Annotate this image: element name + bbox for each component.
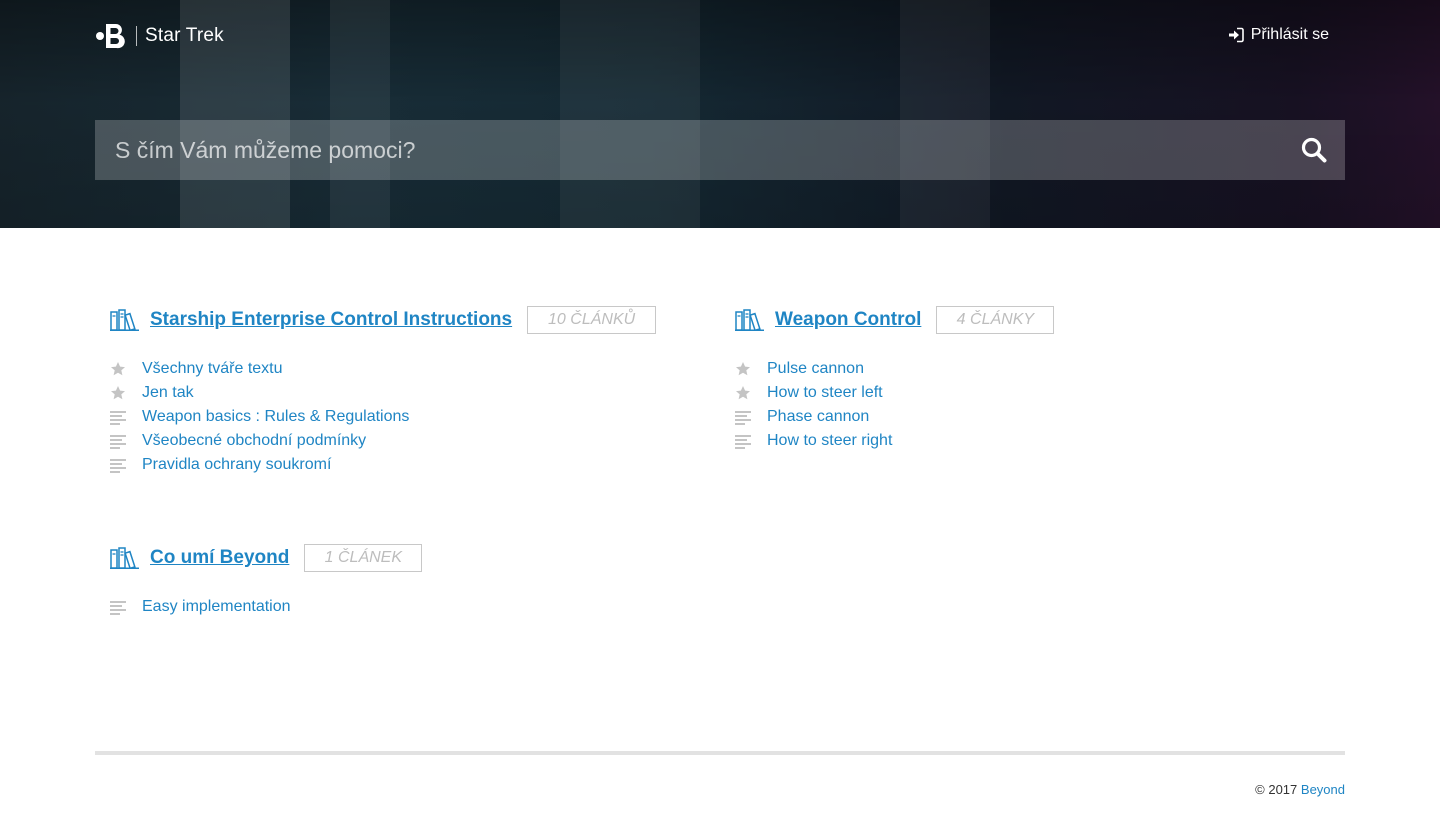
article-link[interactable]: Pulse cannon	[767, 360, 864, 378]
search-icon[interactable]	[1301, 137, 1327, 163]
article-link[interactable]: Phase cannon	[767, 408, 869, 426]
category-co-umi-beyond: Co umí Beyond 1 ČLÁNEK Easy implementati…	[110, 543, 423, 619]
article-item: How to steer right	[735, 429, 1054, 453]
text-lines-icon	[735, 435, 751, 449]
books-icon	[110, 309, 139, 331]
brand-separator	[136, 26, 137, 46]
article-link[interactable]: How to steer right	[767, 432, 892, 450]
article-list: Pulse cannon How to steer left Phase can…	[735, 357, 1054, 453]
category-title-link[interactable]: Co umí Beyond	[150, 547, 289, 569]
brand[interactable]: Star Trek	[95, 22, 224, 50]
brand-name: Star Trek	[145, 25, 224, 46]
article-link[interactable]: Weapon basics : Rules & Regulations	[142, 408, 409, 426]
text-lines-icon	[735, 411, 751, 425]
beyond-logo-icon	[96, 24, 125, 49]
footer-beyond-link[interactable]: Beyond	[1301, 782, 1345, 797]
category-weapon-control: Weapon Control 4 ČLÁNKY Pulse cannon How…	[735, 305, 1055, 453]
sign-in-icon	[1228, 27, 1244, 43]
article-link[interactable]: Všechny tváře textu	[142, 360, 283, 378]
star-icon	[736, 386, 750, 400]
books-icon	[110, 547, 139, 569]
article-count-badge: 1 ČLÁNEK	[304, 544, 423, 572]
category-header: Starship Enterprise Control Instructions…	[110, 305, 657, 335]
category-starship-enterprise: Starship Enterprise Control Instructions…	[110, 305, 657, 477]
article-link[interactable]: Jen tak	[142, 384, 194, 402]
category-title-link[interactable]: Starship Enterprise Control Instructions	[150, 309, 512, 331]
article-list: Všechny tváře textu Jen tak Weapon basic…	[110, 357, 656, 477]
category-title-link[interactable]: Weapon Control	[775, 309, 921, 331]
star-icon	[736, 362, 750, 376]
article-item: How to steer left	[735, 381, 1054, 405]
article-item: Všeobecné obchodní podmínky	[110, 429, 656, 453]
books-icon	[735, 309, 764, 331]
login-link[interactable]: Přihlásit se	[1228, 26, 1329, 44]
search-input[interactable]	[95, 120, 1275, 180]
article-count-badge: 4 ČLÁNKY	[936, 306, 1055, 334]
login-label: Přihlásit se	[1250, 26, 1329, 43]
article-item: Všechny tváře textu	[110, 357, 656, 381]
article-item: Pulse cannon	[735, 357, 1054, 381]
article-link[interactable]: Easy implementation	[142, 598, 291, 616]
article-item: Weapon basics : Rules & Regulations	[110, 405, 656, 429]
article-item: Jen tak	[110, 381, 656, 405]
article-list: Easy implementation	[110, 595, 422, 619]
article-item: Phase cannon	[735, 405, 1054, 429]
text-lines-icon	[110, 601, 126, 615]
category-header: Co umí Beyond 1 ČLÁNEK	[110, 543, 423, 573]
search-bar	[95, 120, 1345, 180]
text-lines-icon	[110, 435, 126, 449]
star-icon	[111, 362, 125, 376]
star-icon	[111, 386, 125, 400]
article-item: Easy implementation	[110, 595, 422, 619]
article-link[interactable]: Všeobecné obchodní podmínky	[142, 432, 366, 450]
footer: © 2017 Beyond	[1255, 782, 1345, 797]
copyright-text: © 2017	[1255, 782, 1298, 797]
text-lines-icon	[110, 411, 126, 425]
article-count-badge: 10 ČLÁNKŮ	[527, 306, 657, 334]
category-header: Weapon Control 4 ČLÁNKY	[735, 305, 1055, 335]
footer-divider	[95, 751, 1345, 755]
text-lines-icon	[110, 459, 126, 473]
hero-header: Star Trek Přihlásit se	[0, 0, 1440, 228]
article-item: Pravidla ochrany soukromí	[110, 453, 656, 477]
article-link[interactable]: Pravidla ochrany soukromí	[142, 456, 331, 474]
article-link[interactable]: How to steer left	[767, 384, 883, 402]
